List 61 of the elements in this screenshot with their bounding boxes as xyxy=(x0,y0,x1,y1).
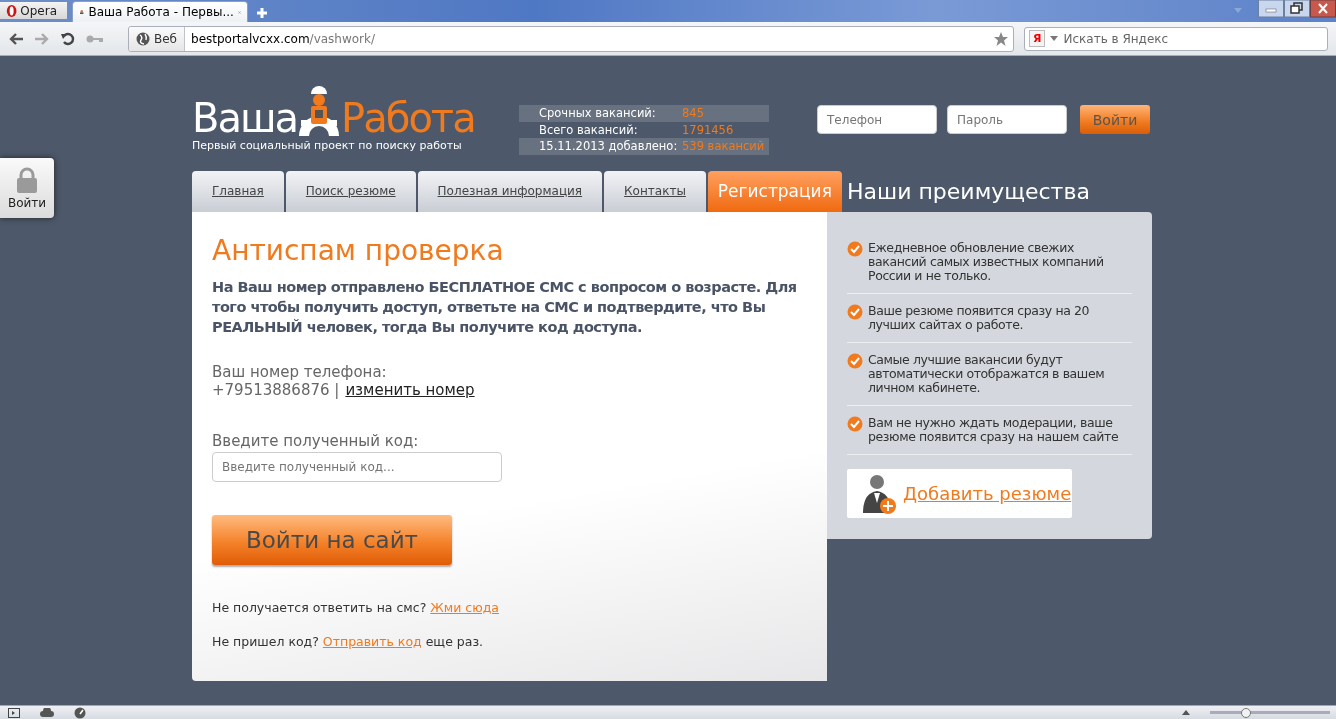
url-text: bestportalvcxx.com/vashwork/ xyxy=(190,31,377,46)
stat-label: Всего вакансий: xyxy=(539,122,639,137)
search-placeholder: Искать в Яндекс xyxy=(1063,31,1169,46)
panel-toggle-icon[interactable] xyxy=(8,707,20,718)
logo-tagline: Первый социальный проект по поиску работы xyxy=(192,139,463,152)
code-field[interactable]: Введите полученный код... xyxy=(212,452,502,482)
worker-gear-logo-icon xyxy=(297,86,342,138)
logo-text: Работа xyxy=(341,98,475,138)
advantages-title: Наши преимущества xyxy=(846,178,1091,206)
advantage-text: Ваше резюме появится сразу на 20 лучших сайтах о работе. xyxy=(868,304,1091,332)
advantage-text: Ежедневное обновление свежих вакансий самых известных компаний России и не только. xyxy=(868,241,1105,283)
stat-value: 539 вакансий xyxy=(682,139,765,154)
caret-icon[interactable] xyxy=(1050,36,1059,41)
lock-icon xyxy=(16,166,38,193)
nav-tab[interactable]: Главная xyxy=(192,171,284,212)
back-icon[interactable] xyxy=(8,31,24,46)
nav-tab[interactable]: Поиск резюме xyxy=(285,171,416,212)
caret-up-icon[interactable] xyxy=(1182,710,1190,715)
nav-tab[interactable]: Полезная информация xyxy=(417,171,603,212)
enter-site-button[interactable]: Войти на сайт xyxy=(212,515,452,565)
nav-tab[interactable]: Контакты xyxy=(604,171,706,212)
password-field[interactable]: Пароль xyxy=(947,105,1067,134)
new-tab-icon[interactable] xyxy=(256,7,268,19)
stat-value: 845 xyxy=(682,106,704,121)
restore-icon[interactable] xyxy=(1284,0,1310,18)
phone-label: Ваш номер телефона: xyxy=(212,363,388,381)
cloud-icon[interactable] xyxy=(40,708,54,717)
code-label: Введите полученный код: xyxy=(212,432,420,450)
bookmark-star-icon[interactable] xyxy=(993,30,1009,47)
check-icon xyxy=(847,241,863,257)
stat-label: Срочных вакансий: xyxy=(539,106,657,121)
reload-icon[interactable] xyxy=(60,30,76,47)
side-login-button[interactable]: Войти xyxy=(0,158,54,218)
help-text: Не пришел код? Отправить код еще раз. xyxy=(212,634,484,649)
search-engine-logo[interactable]: Я xyxy=(1029,30,1046,47)
help-text: Не получается ответить на смс? Жми сюда xyxy=(212,600,500,615)
change-number-link[interactable]: изменить номер xyxy=(345,381,475,399)
stat-value: 1791456 xyxy=(682,122,734,137)
browser-tab[interactable]: Ваша Работа - Первы... xyxy=(72,1,248,22)
phone-field[interactable]: Телефон xyxy=(817,105,937,134)
check-icon xyxy=(847,416,863,432)
check-icon xyxy=(847,353,863,369)
opera-menu-button[interactable]: Opera xyxy=(0,1,68,20)
close-window-icon[interactable] xyxy=(1310,0,1336,18)
globe-icon xyxy=(136,31,150,46)
phone-number: +79513886876 | xyxy=(212,381,340,399)
person-add-icon xyxy=(861,472,897,515)
advantage-text: Вам не нужно ждать модерации, ваше резюме появится сразу на нашем сайте xyxy=(868,416,1120,444)
address-bar[interactable]: Веб bestportalvcxx.com/vashwork/ xyxy=(128,25,1014,52)
logo-text: Ваша xyxy=(192,98,298,138)
sms-message: На Ваш номер отправлено БЕСПЛАТНОЕ СМС с вопросом о возрасте. Для того чтобы получить доступ, ответьте на СМС и подтвердите, что Вы РЕАЛЬНЫЙ человек, тогда Вы получите код доступа. xyxy=(212,278,798,337)
stat-label: 15.11.2013 добавлено: xyxy=(539,139,679,154)
web-badge[interactable]: Веб xyxy=(129,26,185,51)
page-title: Антиспам проверка xyxy=(212,234,505,267)
search-field[interactable]: Я Искать в Яндекс xyxy=(1024,26,1328,51)
tab-title: Ваша Работа - Первы... xyxy=(88,5,234,19)
zoom-slider-thumb[interactable] xyxy=(1241,707,1251,718)
speedometer-icon[interactable] xyxy=(74,706,86,719)
check-icon xyxy=(847,304,863,320)
advantage-text: Самые лучшие вакансии будут автоматически отображатся в вашем личном кабинете. xyxy=(868,353,1106,395)
opera-logo-icon xyxy=(6,2,18,19)
